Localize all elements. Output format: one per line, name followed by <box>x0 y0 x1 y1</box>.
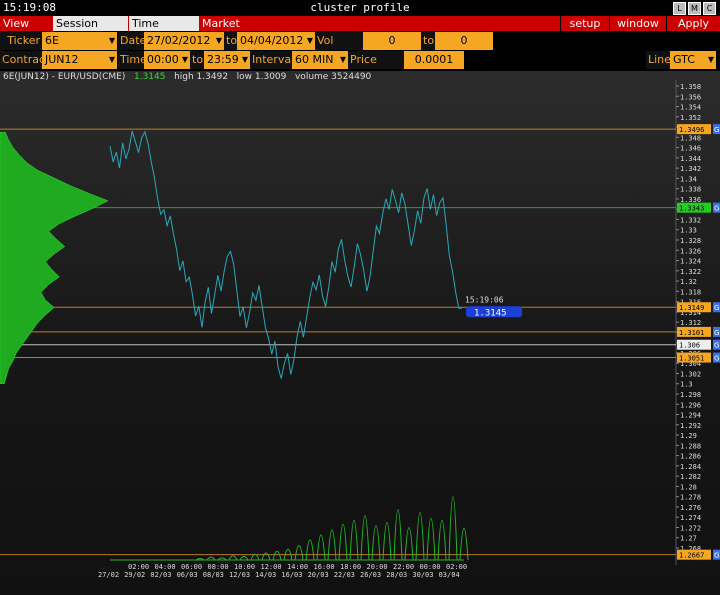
x-axis-date-label: 12/03 <box>229 571 250 579</box>
x-axis-date-label: 30/03 <box>412 571 433 579</box>
g-marker-label: G <box>714 126 719 134</box>
current-time-label: 15:19:06 <box>465 295 504 304</box>
x-axis-time-label: 18:00 <box>340 563 361 571</box>
y-axis-tick-label: 1.294 <box>680 412 701 420</box>
y-axis-tick-label: 1.32 <box>680 278 697 286</box>
x-axis-date-label: 27/02 <box>98 571 119 579</box>
y-axis-tick-label: 1.272 <box>680 524 701 532</box>
g-marker-label: G <box>714 355 719 363</box>
g-marker-label: G <box>714 304 719 312</box>
y-axis-tick-label: 1.344 <box>680 155 701 163</box>
x-axis-date-label: 03/04 <box>439 571 460 579</box>
price-level-label: 1.3051 <box>679 355 704 363</box>
x-axis-date-label: 14/03 <box>255 571 276 579</box>
x-axis-time-label: 02:00 <box>446 563 467 571</box>
g-marker-label: G <box>714 329 719 337</box>
x-axis-date-label: 28/03 <box>386 571 407 579</box>
y-axis-tick-label: 1.3 <box>680 381 693 389</box>
y-axis-tick-label: 1.298 <box>680 391 701 399</box>
volume-spike <box>415 512 425 561</box>
chart-svg[interactable]: 1.3581.3561.3541.3521.351.3481.3461.3441… <box>0 0 720 595</box>
y-axis-tick-label: 1.286 <box>680 453 701 461</box>
y-axis-tick-label: 1.312 <box>680 319 701 327</box>
volume-spike <box>448 496 458 561</box>
y-axis-tick-label: 1.302 <box>680 370 701 378</box>
y-axis-tick-label: 1.342 <box>680 165 701 173</box>
volume-spike <box>360 514 370 561</box>
y-axis-tick-label: 1.29 <box>680 432 697 440</box>
y-axis-tick-label: 1.27 <box>680 535 697 543</box>
price-level-label: 1.3496 <box>679 126 704 134</box>
x-axis-date-label: 26/03 <box>360 571 381 579</box>
price-level-label: 1.306 <box>679 342 700 350</box>
y-axis-tick-label: 1.324 <box>680 258 701 266</box>
volume-profile <box>0 131 109 384</box>
y-axis-tick-label: 1.322 <box>680 268 701 276</box>
x-axis-date-label: 06/03 <box>177 571 198 579</box>
x-axis-time-label: 06:00 <box>181 563 202 571</box>
x-axis-date-label: 22/03 <box>334 571 355 579</box>
y-axis-tick-label: 1.292 <box>680 422 701 430</box>
y-axis-tick-label: 1.338 <box>680 186 701 194</box>
price-level-label: 1.3149 <box>679 304 704 312</box>
volume-spike <box>426 518 436 561</box>
y-axis-tick-label: 1.352 <box>680 114 701 122</box>
y-axis-tick-label: 1.274 <box>680 514 701 522</box>
x-axis-date-label: 29/02 <box>124 571 145 579</box>
g-marker-label: G <box>714 342 719 350</box>
x-axis-time-label: 20:00 <box>367 563 388 571</box>
x-axis-time-label: 04:00 <box>155 563 176 571</box>
x-axis-date-label: 16/03 <box>281 571 302 579</box>
price-level-label: 1.2667 <box>679 552 704 560</box>
x-axis-date-label: 20/03 <box>308 571 329 579</box>
y-axis-tick-label: 1.348 <box>680 134 701 142</box>
volume-spike <box>239 555 249 561</box>
volume-spike <box>316 534 326 561</box>
y-axis-tick-label: 1.356 <box>680 93 701 101</box>
y-axis-tick-label: 1.354 <box>680 104 701 112</box>
volume-spike <box>327 529 337 561</box>
y-axis-tick-label: 1.34 <box>680 175 697 183</box>
y-axis-tick-label: 1.346 <box>680 145 701 153</box>
y-axis-tick-label: 1.282 <box>680 473 701 481</box>
y-axis-tick-label: 1.33 <box>680 227 697 235</box>
g-marker-label: G <box>714 205 719 213</box>
y-axis-tick-label: 1.358 <box>680 83 701 91</box>
y-axis-tick-label: 1.276 <box>680 504 701 512</box>
volume-spike <box>459 527 469 561</box>
x-axis-time-label: 08:00 <box>208 563 229 571</box>
volume-spike <box>349 520 359 561</box>
y-axis-tick-label: 1.284 <box>680 463 701 471</box>
y-axis-tick-label: 1.28 <box>680 483 697 491</box>
volume-spike <box>437 520 447 561</box>
x-axis-time-label: 02:00 <box>128 563 149 571</box>
volume-spike <box>261 552 271 561</box>
g-marker-label: G <box>714 552 719 560</box>
price-level-label: 1.3101 <box>679 329 704 337</box>
y-axis-tick-label: 1.328 <box>680 237 701 245</box>
x-axis-date-label: 08/03 <box>203 571 224 579</box>
y-axis-tick-label: 1.326 <box>680 247 701 255</box>
y-axis-tick-label: 1.332 <box>680 216 701 224</box>
volume-spike <box>228 555 238 561</box>
x-axis-time-label: 16:00 <box>314 563 335 571</box>
x-axis-time-label: 22:00 <box>393 563 414 571</box>
x-axis-time-label: 00:00 <box>420 563 441 571</box>
volume-spike <box>393 509 403 561</box>
price-line <box>109 130 463 379</box>
y-axis-tick-label: 1.318 <box>680 288 701 296</box>
y-axis-tick-label: 1.278 <box>680 494 701 502</box>
x-axis-time-label: 12:00 <box>261 563 282 571</box>
y-axis-tick-label: 1.296 <box>680 401 701 409</box>
x-axis-date-label: 02/03 <box>150 571 171 579</box>
volume-spike <box>294 545 304 561</box>
volume-spike <box>272 550 282 561</box>
volume-spike <box>305 539 315 561</box>
current-price-label: 1.3145 <box>474 308 507 318</box>
price-level-label: 1.3343 <box>679 205 704 213</box>
x-axis-time-label: 14:00 <box>287 563 308 571</box>
x-axis-time-label: 10:00 <box>234 563 255 571</box>
y-axis-tick-label: 1.288 <box>680 442 701 450</box>
